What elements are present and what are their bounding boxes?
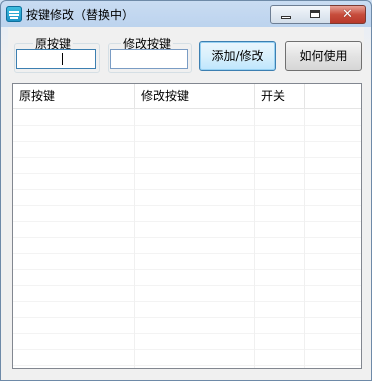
title-bar[interactable]: 按键修改（替换中） ✕ xyxy=(1,1,371,27)
list-body xyxy=(13,109,361,368)
grid-row-line xyxy=(13,317,361,318)
original-key-input[interactable] xyxy=(16,49,96,69)
grid-row-line xyxy=(13,141,361,142)
grid-column-line xyxy=(134,109,135,368)
grid-row-line xyxy=(13,253,361,254)
grid-row-line xyxy=(13,125,361,126)
column-header-original-key[interactable]: 原按键 xyxy=(13,84,135,108)
grid-row-line xyxy=(13,189,361,190)
grid-row-line xyxy=(13,301,361,302)
grid-row-line xyxy=(13,333,361,334)
maximize-icon xyxy=(310,10,320,18)
grid-column-line xyxy=(304,109,305,368)
grid-row-line xyxy=(13,205,361,206)
text-cursor xyxy=(62,53,63,65)
grid-row-line xyxy=(13,157,361,158)
how-to-use-button[interactable]: 如何使用 xyxy=(285,41,362,71)
grid-row-line xyxy=(13,173,361,174)
grid-column-line xyxy=(254,109,255,368)
column-header-filler xyxy=(305,84,361,108)
modified-key-input[interactable] xyxy=(110,49,188,69)
minimize-button[interactable] xyxy=(270,5,302,24)
keyboard-icon xyxy=(6,6,22,22)
grid-row-line xyxy=(13,365,361,366)
maximize-button[interactable] xyxy=(300,5,331,24)
dialog-client-area: 原按键 修改按键 添加/修改 如何使用 原按键 修改按键 开关 xyxy=(8,27,364,373)
grid-row-line xyxy=(13,221,361,222)
grid-row-line xyxy=(13,349,361,350)
close-icon: ✕ xyxy=(342,7,353,22)
grid-row-line xyxy=(13,285,361,286)
add-modify-button[interactable]: 添加/修改 xyxy=(199,41,276,71)
minimize-icon xyxy=(281,16,291,19)
list-header: 原按键 修改按键 开关 xyxy=(13,84,361,109)
grid-row-line xyxy=(13,237,361,238)
grid-row-line xyxy=(13,269,361,270)
column-header-switch[interactable]: 开关 xyxy=(255,84,305,108)
key-mapping-list[interactable]: 原按键 修改按键 开关 xyxy=(12,83,362,369)
close-button[interactable]: ✕ xyxy=(330,5,366,24)
main-window: 按键修改（替换中） ✕ 原按键 修改按键 添加/修改 如何使用 原按键 修改按键… xyxy=(0,0,372,381)
column-header-modified-key[interactable]: 修改按键 xyxy=(135,84,255,108)
window-title: 按键修改（替换中） xyxy=(26,8,135,22)
